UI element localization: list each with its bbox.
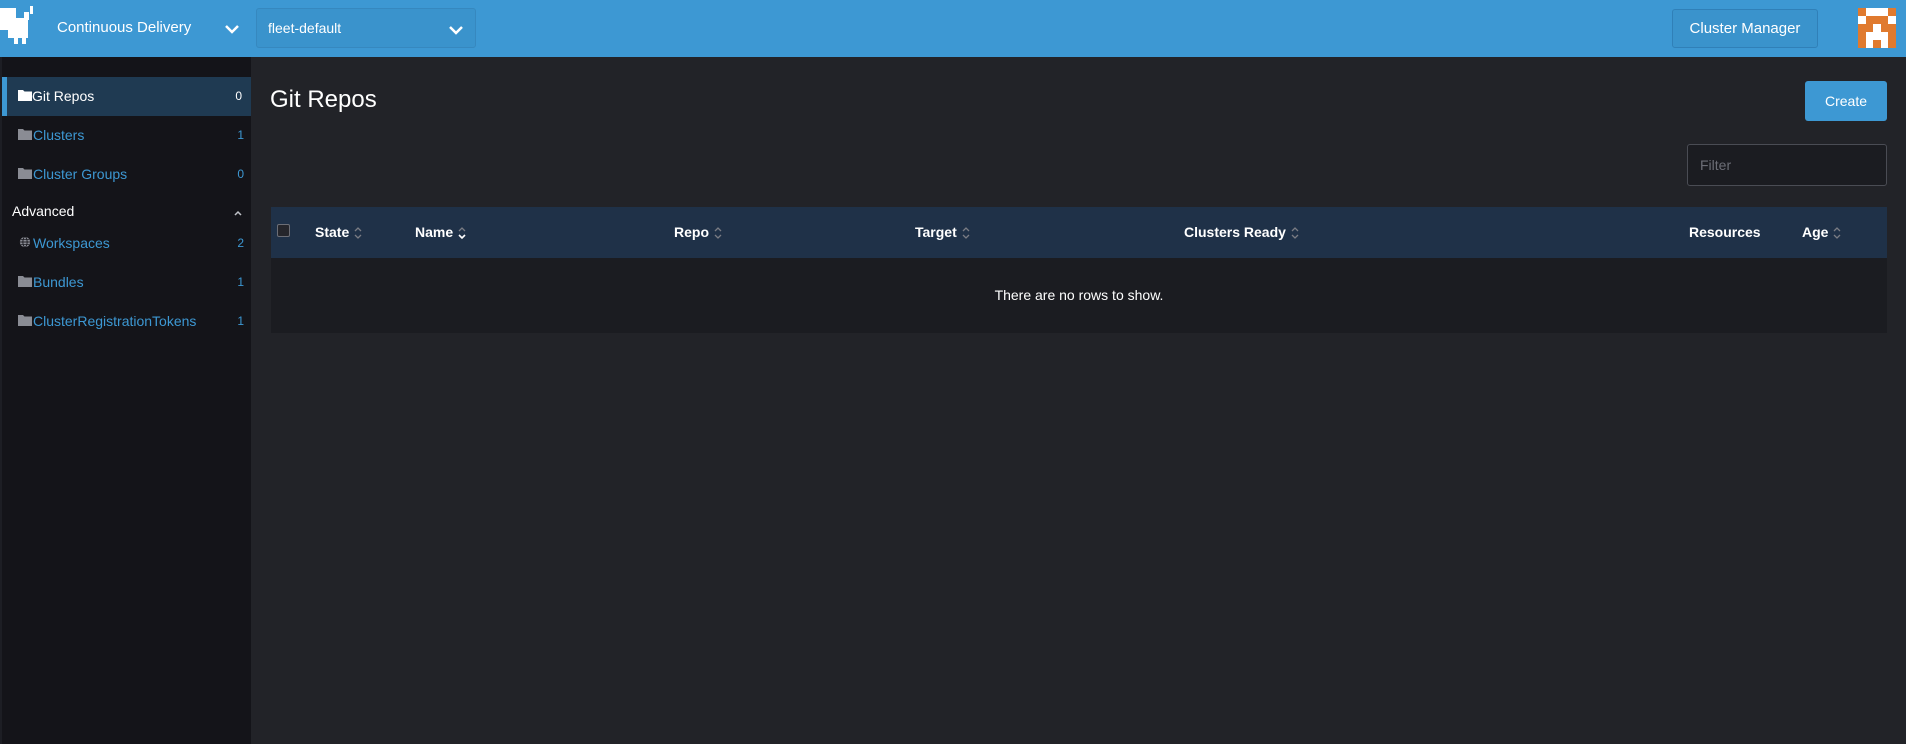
sidebar-item-label: ClusterRegistrationTokens <box>33 313 197 329</box>
sort-ascending-icon <box>458 227 466 240</box>
sidebar-item-count: 1 <box>237 314 244 328</box>
sidebar-item-git-repos[interactable]: Git Repos 0 <box>2 77 251 116</box>
column-name[interactable]: Name <box>415 224 466 240</box>
column-target[interactable]: Target <box>915 224 970 240</box>
namespace-value: fleet-default <box>268 20 342 36</box>
table-header: State Name Repo Target Clusters Ready Re… <box>271 207 1887 258</box>
empty-state-message: There are no rows to show. <box>994 287 1164 303</box>
chevron-down-icon <box>225 25 239 34</box>
column-state[interactable]: State <box>315 224 362 240</box>
fleet-logo-icon <box>0 6 33 44</box>
sidebar-item-count: 2 <box>237 236 244 250</box>
user-avatar-icon[interactable] <box>1858 8 1896 48</box>
column-label: Resources <box>1689 224 1761 240</box>
sort-icon <box>1291 227 1299 240</box>
namespace-select[interactable]: fleet-default <box>256 8 476 48</box>
column-label: State <box>315 224 350 240</box>
sidebar-item-count: 0 <box>235 89 242 103</box>
sidebar-group-advanced[interactable]: Advanced <box>12 203 74 219</box>
chevron-up-icon[interactable] <box>232 207 244 219</box>
column-clusters-ready[interactable]: Clusters Ready <box>1184 224 1299 240</box>
sidebar-item-label: Workspaces <box>33 235 110 251</box>
filter-input[interactable] <box>1687 144 1887 186</box>
sidebar-item-label: Bundles <box>33 274 84 290</box>
folder-icon <box>18 90 32 101</box>
sidebar-item-bundles[interactable]: Bundles 1 <box>4 263 253 302</box>
sidebar-item-count: 1 <box>237 275 244 289</box>
sidebar-item-label: Clusters <box>33 127 85 143</box>
git-repos-table: State Name Repo Target Clusters Ready Re… <box>271 207 1887 333</box>
product-switcher[interactable]: Continuous Delivery <box>0 0 250 57</box>
sidebar: Git Repos 0 Clusters 1 Cluster Groups 0 … <box>0 57 251 744</box>
sidebar-item-workspaces[interactable]: Workspaces 2 <box>4 224 253 263</box>
select-all-checkbox[interactable] <box>277 224 290 237</box>
sidebar-item-clusters[interactable]: Clusters 1 <box>4 116 253 155</box>
column-repo[interactable]: Repo <box>674 224 722 240</box>
sidebar-item-count: 0 <box>237 167 244 181</box>
cluster-manager-button[interactable]: Cluster Manager <box>1672 9 1818 48</box>
page-title: Git Repos <box>270 86 377 113</box>
globe-icon <box>19 236 31 248</box>
column-label: Repo <box>674 224 709 240</box>
chevron-down-icon <box>449 26 463 35</box>
create-button[interactable]: Create <box>1805 81 1887 121</box>
column-label: Clusters Ready <box>1184 224 1286 240</box>
sidebar-item-count: 1 <box>237 128 244 142</box>
column-age[interactable]: Age <box>1802 224 1841 240</box>
folder-icon <box>18 168 32 179</box>
sort-icon <box>714 227 722 240</box>
column-label: Age <box>1802 224 1829 240</box>
folder-icon <box>18 315 32 326</box>
sort-icon <box>962 227 970 240</box>
sort-icon <box>1833 227 1841 240</box>
sidebar-item-label: Cluster Groups <box>33 166 128 182</box>
sidebar-item-cluster-groups[interactable]: Cluster Groups 0 <box>4 155 253 194</box>
column-resources: Resources <box>1689 224 1761 240</box>
column-label: Name <box>415 224 454 240</box>
folder-icon <box>18 276 32 287</box>
sort-icon <box>354 227 362 240</box>
sidebar-item-label: Git Repos <box>32 88 95 104</box>
product-name: Continuous Delivery <box>57 19 192 36</box>
column-label: Target <box>915 224 957 240</box>
folder-icon <box>18 129 32 140</box>
top-bar: Continuous Delivery fleet-default Cluste… <box>0 0 1906 57</box>
sidebar-item-cluster-registration-tokens[interactable]: ClusterRegistrationTokens 1 <box>4 302 253 341</box>
